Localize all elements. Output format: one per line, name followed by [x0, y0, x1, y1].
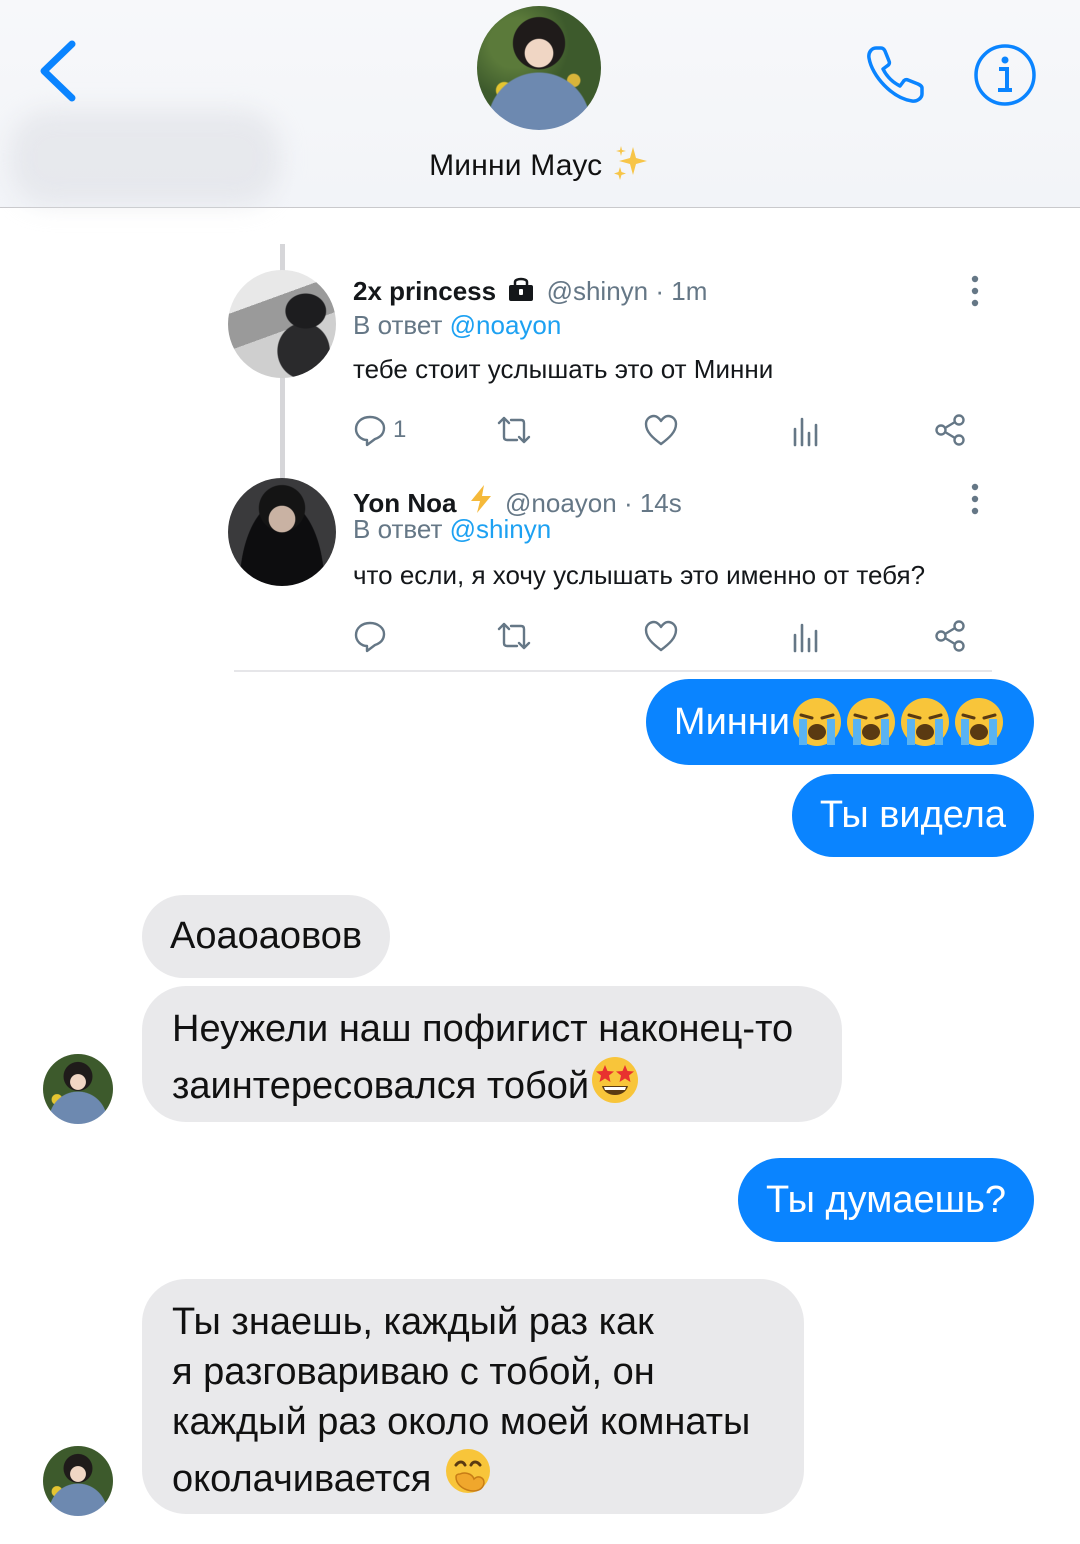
- phone-icon: [867, 46, 924, 103]
- chevron-left-icon: [40, 40, 76, 102]
- reply-context: В ответ @noayon: [353, 310, 561, 341]
- message-line: каждый раз около моей комнаты: [172, 1401, 751, 1443]
- tweet-time: · 14s: [623, 488, 682, 518]
- share-action: [933, 410, 967, 450]
- outgoing-message[interactable]: Ты видела: [791, 774, 1034, 857]
- contact-avatar[interactable]: [477, 6, 601, 130]
- incoming-message[interactable]: Ты знаешь, каждый раз как я разговариваю…: [142, 1279, 804, 1514]
- reply-mention: @noayon: [449, 310, 562, 340]
- message-line-text: околачивается: [172, 1458, 432, 1500]
- retweet-action: [495, 616, 533, 656]
- tweet-time: · 1m: [655, 276, 708, 306]
- share-icon: [935, 620, 965, 652]
- share-icon: [935, 414, 965, 446]
- lightning-icon: [470, 485, 491, 513]
- info-icon: [974, 44, 1036, 106]
- message-line: околачивается: [172, 1447, 774, 1504]
- info-button[interactable]: [972, 42, 1038, 108]
- more-options-icon: [971, 483, 979, 515]
- message-text: Минни: [673, 700, 790, 743]
- retweet-icon: [497, 622, 531, 650]
- tweet-text: тебе стоит услышать это от Минни: [353, 354, 774, 384]
- reply-icon: [354, 415, 386, 447]
- reply-prefix: В ответ: [353, 514, 443, 544]
- reply-icon: [354, 621, 386, 653]
- contact-avatar-small[interactable]: [43, 1054, 113, 1124]
- tweet-text: что если, я хочу услышать это именно от …: [353, 560, 926, 590]
- contact-name[interactable]: Минни Маус: [0, 143, 1080, 183]
- conversation-header: Минни Маус: [0, 0, 1080, 208]
- reply-prefix: В ответ: [353, 310, 443, 340]
- tweet-author-avatar: [228, 270, 336, 378]
- call-button[interactable]: [862, 42, 928, 108]
- card-divider: [234, 670, 992, 672]
- message-line: Ты знаешь, каждый раз как: [172, 1301, 654, 1343]
- star-struck-face-icon: [592, 1057, 639, 1103]
- shared-tweet-screenshot[interactable]: 2x princess @shinyn · 1m В ответ @noayon…: [228, 240, 998, 672]
- loudly-crying-face-icon: [955, 698, 1003, 746]
- outgoing-message[interactable]: Ты думаешь?: [738, 1158, 1034, 1242]
- reply-count: 1: [393, 416, 407, 443]
- loudly-crying-face-icon: [793, 698, 841, 746]
- message-text: Ты видела: [819, 794, 1006, 836]
- like-action: [643, 616, 679, 656]
- back-button[interactable]: [30, 36, 90, 106]
- share-action: [933, 616, 967, 656]
- message-line: Неужели наш пофигист наконец-то: [172, 1008, 794, 1050]
- like-icon: [644, 620, 678, 652]
- retweet-icon: [497, 416, 531, 444]
- reply-context: В ответ @shinyn: [353, 514, 551, 545]
- retweet-action: [495, 410, 533, 450]
- sparkles-icon: [613, 146, 647, 180]
- reply-action: [353, 616, 387, 656]
- loudly-crying-face-icon: [847, 698, 895, 746]
- message-line-text: заинтересовался тобой: [172, 1065, 590, 1107]
- reply-mention: @shinyn: [449, 514, 552, 544]
- lock-icon: [509, 277, 534, 301]
- contact-avatar-small[interactable]: [43, 1446, 113, 1516]
- more-options-icon: [971, 275, 979, 307]
- message-line: я разговариваю с тобой, он: [172, 1351, 655, 1393]
- reply-action: 1: [353, 410, 406, 450]
- outgoing-message[interactable]: Минни: [645, 679, 1034, 765]
- message-text: Ты думаешь?: [766, 1178, 1006, 1221]
- tweet-actions: [353, 616, 983, 656]
- incoming-message[interactable]: Аоаоаовов: [142, 895, 391, 978]
- loudly-crying-face-icon: [901, 698, 949, 746]
- tweet-author-avatar: [228, 478, 336, 586]
- tweet-handle: @shinyn: [546, 276, 649, 306]
- tweet-actions: 1: [353, 410, 983, 450]
- message-line: заинтересовался тобой: [172, 1054, 812, 1111]
- analytics-action: [791, 616, 821, 656]
- face-with-hand-over-mouth-icon: [445, 1449, 490, 1493]
- contact-name-text: Минни Маус: [429, 149, 603, 182]
- tweet-header: 2x princess @shinyn · 1m: [353, 276, 707, 307]
- message-text: Аоаоаовов: [170, 915, 363, 957]
- analytics-icon: [793, 417, 818, 447]
- analytics-action: [791, 410, 821, 450]
- like-action: [643, 410, 679, 450]
- tweet-display-name: 2x princess: [353, 276, 497, 306]
- incoming-message[interactable]: Неужели наш пофигист наконец-то заинтере…: [142, 986, 842, 1122]
- like-icon: [644, 414, 678, 446]
- analytics-icon: [793, 623, 818, 653]
